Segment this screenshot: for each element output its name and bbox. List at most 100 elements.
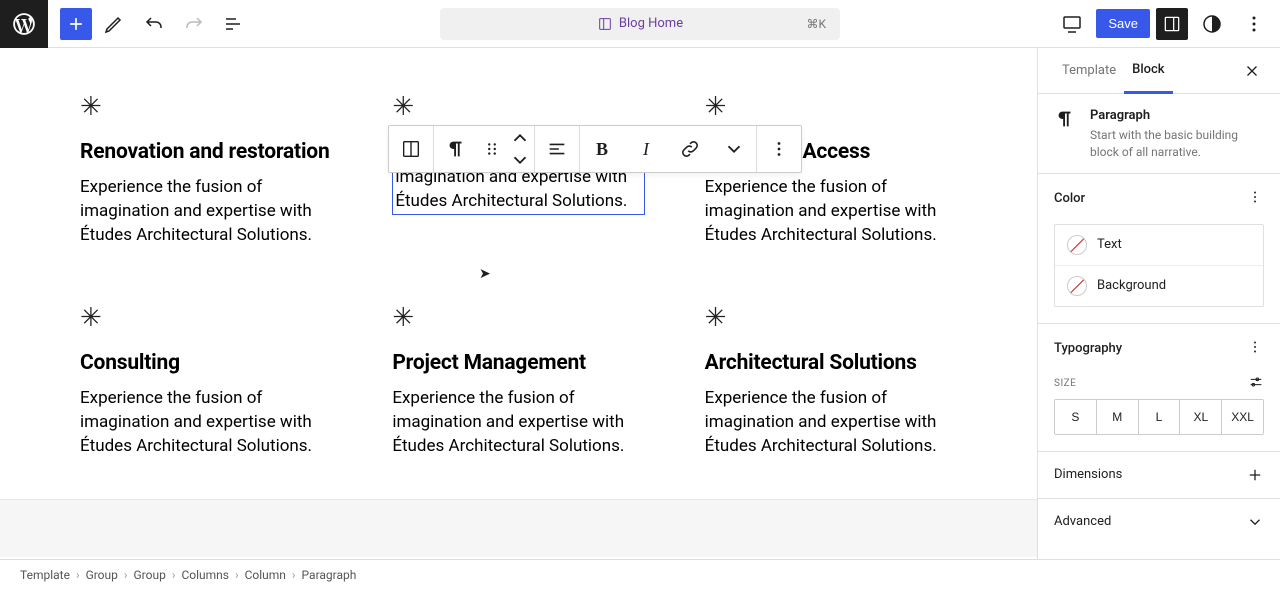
asterisk-icon: ✳	[80, 303, 332, 333]
link-icon	[679, 138, 701, 160]
cell-heading[interactable]: Architectural Solutions	[705, 351, 957, 375]
column-cell: ✳ Architectural Solutions Experience the…	[705, 303, 957, 458]
top-toolbar: Blog Home ⌘K Save	[0, 0, 1280, 48]
cell-paragraph[interactable]: Experience the fusion of imagination and…	[705, 387, 957, 458]
view-button[interactable]	[1054, 6, 1090, 42]
section-advanced[interactable]: Advanced	[1038, 498, 1280, 545]
move-up-button[interactable]	[508, 127, 532, 149]
column-cell: ✳ Renovation and restoration Experience …	[80, 92, 332, 247]
bold-button[interactable]: B	[580, 126, 624, 172]
align-button[interactable]	[535, 126, 579, 172]
kebab-icon	[1246, 338, 1264, 356]
crumb[interactable]: Group	[134, 568, 166, 582]
document-title-bar[interactable]: Blog Home ⌘K	[440, 8, 840, 40]
crumb[interactable]: Columns	[181, 568, 229, 582]
cell-paragraph[interactable]: Experience the fusion of imagination and…	[392, 387, 644, 458]
crumb[interactable]: Group	[86, 568, 118, 582]
toolbar-left-group	[48, 6, 252, 42]
editor-canvas[interactable]: B I ✳ Renovation and restoration	[0, 48, 1037, 559]
section-dimensions[interactable]: Dimensions	[1038, 451, 1280, 498]
size-s[interactable]: S	[1055, 400, 1097, 434]
block-summary: Paragraph Start with the basic building …	[1038, 94, 1280, 173]
section-options-button[interactable]	[1246, 338, 1264, 360]
inspector-panel: Template Block Paragraph Start with the …	[1037, 48, 1280, 559]
drag-handle[interactable]	[478, 126, 506, 172]
save-button[interactable]: Save	[1096, 9, 1150, 38]
document-overview-button[interactable]	[216, 6, 252, 42]
crumb[interactable]: Column	[245, 568, 286, 582]
undo-icon	[142, 12, 166, 36]
main-area: B I ✳ Renovation and restoration	[0, 48, 1280, 559]
size-m[interactable]: M	[1097, 400, 1139, 434]
styles-button[interactable]	[1194, 6, 1230, 42]
block-options-button[interactable]	[757, 126, 801, 172]
size-settings-button[interactable]	[1248, 374, 1264, 393]
link-button[interactable]	[668, 126, 712, 172]
asterisk-icon: ✳	[705, 92, 957, 122]
redo-button[interactable]	[176, 6, 212, 42]
half-circle-icon	[1200, 12, 1224, 36]
sliders-icon	[1248, 374, 1264, 390]
section-options-button[interactable]	[1246, 188, 1264, 210]
cell-heading[interactable]: Consulting	[80, 351, 332, 375]
section-heading: Typography	[1054, 341, 1122, 356]
options-button[interactable]	[1236, 6, 1272, 42]
sidebar-icon	[1162, 14, 1182, 34]
section-heading: Advanced	[1054, 514, 1111, 529]
color-swatch-empty	[1067, 235, 1087, 255]
cell-paragraph[interactable]: Experience the fusion of imagination and…	[705, 176, 957, 247]
move-down-button[interactable]	[508, 149, 532, 171]
wordpress-logo[interactable]	[0, 0, 48, 48]
size-segmented: S M L XL XXL	[1054, 399, 1264, 435]
cell-heading[interactable]: Renovation and restoration	[80, 140, 332, 164]
tab-template[interactable]: Template	[1054, 49, 1124, 92]
size-label: SIZE	[1054, 378, 1076, 389]
layout-icon	[597, 16, 613, 32]
edit-button[interactable]	[96, 6, 132, 42]
drag-icon	[481, 138, 503, 160]
transform-button[interactable]	[434, 126, 478, 172]
tab-block[interactable]: Block	[1124, 48, 1172, 94]
close-inspector-button[interactable]	[1240, 59, 1264, 83]
size-xxl[interactable]: XXL	[1222, 400, 1263, 434]
cell-paragraph[interactable]: Experience the fusion of imagination and…	[80, 387, 332, 458]
align-left-icon	[546, 138, 568, 160]
size-l[interactable]: L	[1139, 400, 1181, 434]
cell-heading[interactable]: Project Management	[392, 351, 644, 375]
block-type-button[interactable]	[389, 126, 433, 172]
italic-button[interactable]: I	[624, 126, 668, 172]
inspector-tabs: Template Block	[1038, 48, 1280, 94]
block-description: Start with the basic building block of a…	[1090, 127, 1264, 161]
mover-buttons	[506, 126, 534, 172]
pencil-icon	[102, 12, 126, 36]
section-color: Color Text Background	[1038, 173, 1280, 323]
plus-icon	[1246, 466, 1264, 484]
color-label: Text	[1097, 237, 1122, 252]
kebab-icon	[1242, 12, 1266, 36]
column-cell: ✳ Project Management Experience the fusi…	[392, 303, 644, 458]
undo-button[interactable]	[136, 6, 172, 42]
add-block-button[interactable]	[60, 8, 92, 40]
background-color-button[interactable]: Background	[1055, 265, 1263, 306]
cell-paragraph[interactable]: Experience the fusion of imagination and…	[80, 176, 332, 247]
settings-panel-button[interactable]	[1156, 8, 1188, 40]
block-title: Paragraph	[1090, 108, 1264, 123]
color-label: Background	[1097, 278, 1166, 293]
redo-icon	[182, 12, 206, 36]
asterisk-icon: ✳	[392, 303, 644, 333]
more-rich-text-button[interactable]	[712, 126, 756, 172]
crumb[interactable]: Template	[20, 568, 70, 582]
content-wrapper: ✳ Renovation and restoration Experience …	[0, 48, 1037, 459]
plus-icon	[66, 14, 86, 34]
crumb[interactable]: Paragraph	[302, 568, 357, 582]
breadcrumb: Template› Group› Group› Columns› Column›…	[0, 559, 1280, 589]
text-color-button[interactable]: Text	[1055, 225, 1263, 265]
desktop-icon	[1060, 12, 1084, 36]
list-icon	[222, 12, 246, 36]
section-spacer	[0, 499, 1037, 557]
size-xl[interactable]: XL	[1180, 400, 1222, 434]
pilcrow-icon	[1054, 108, 1076, 130]
document-title: Blog Home	[619, 16, 683, 31]
pilcrow-icon	[445, 138, 467, 160]
section-heading: Dimensions	[1054, 467, 1122, 482]
